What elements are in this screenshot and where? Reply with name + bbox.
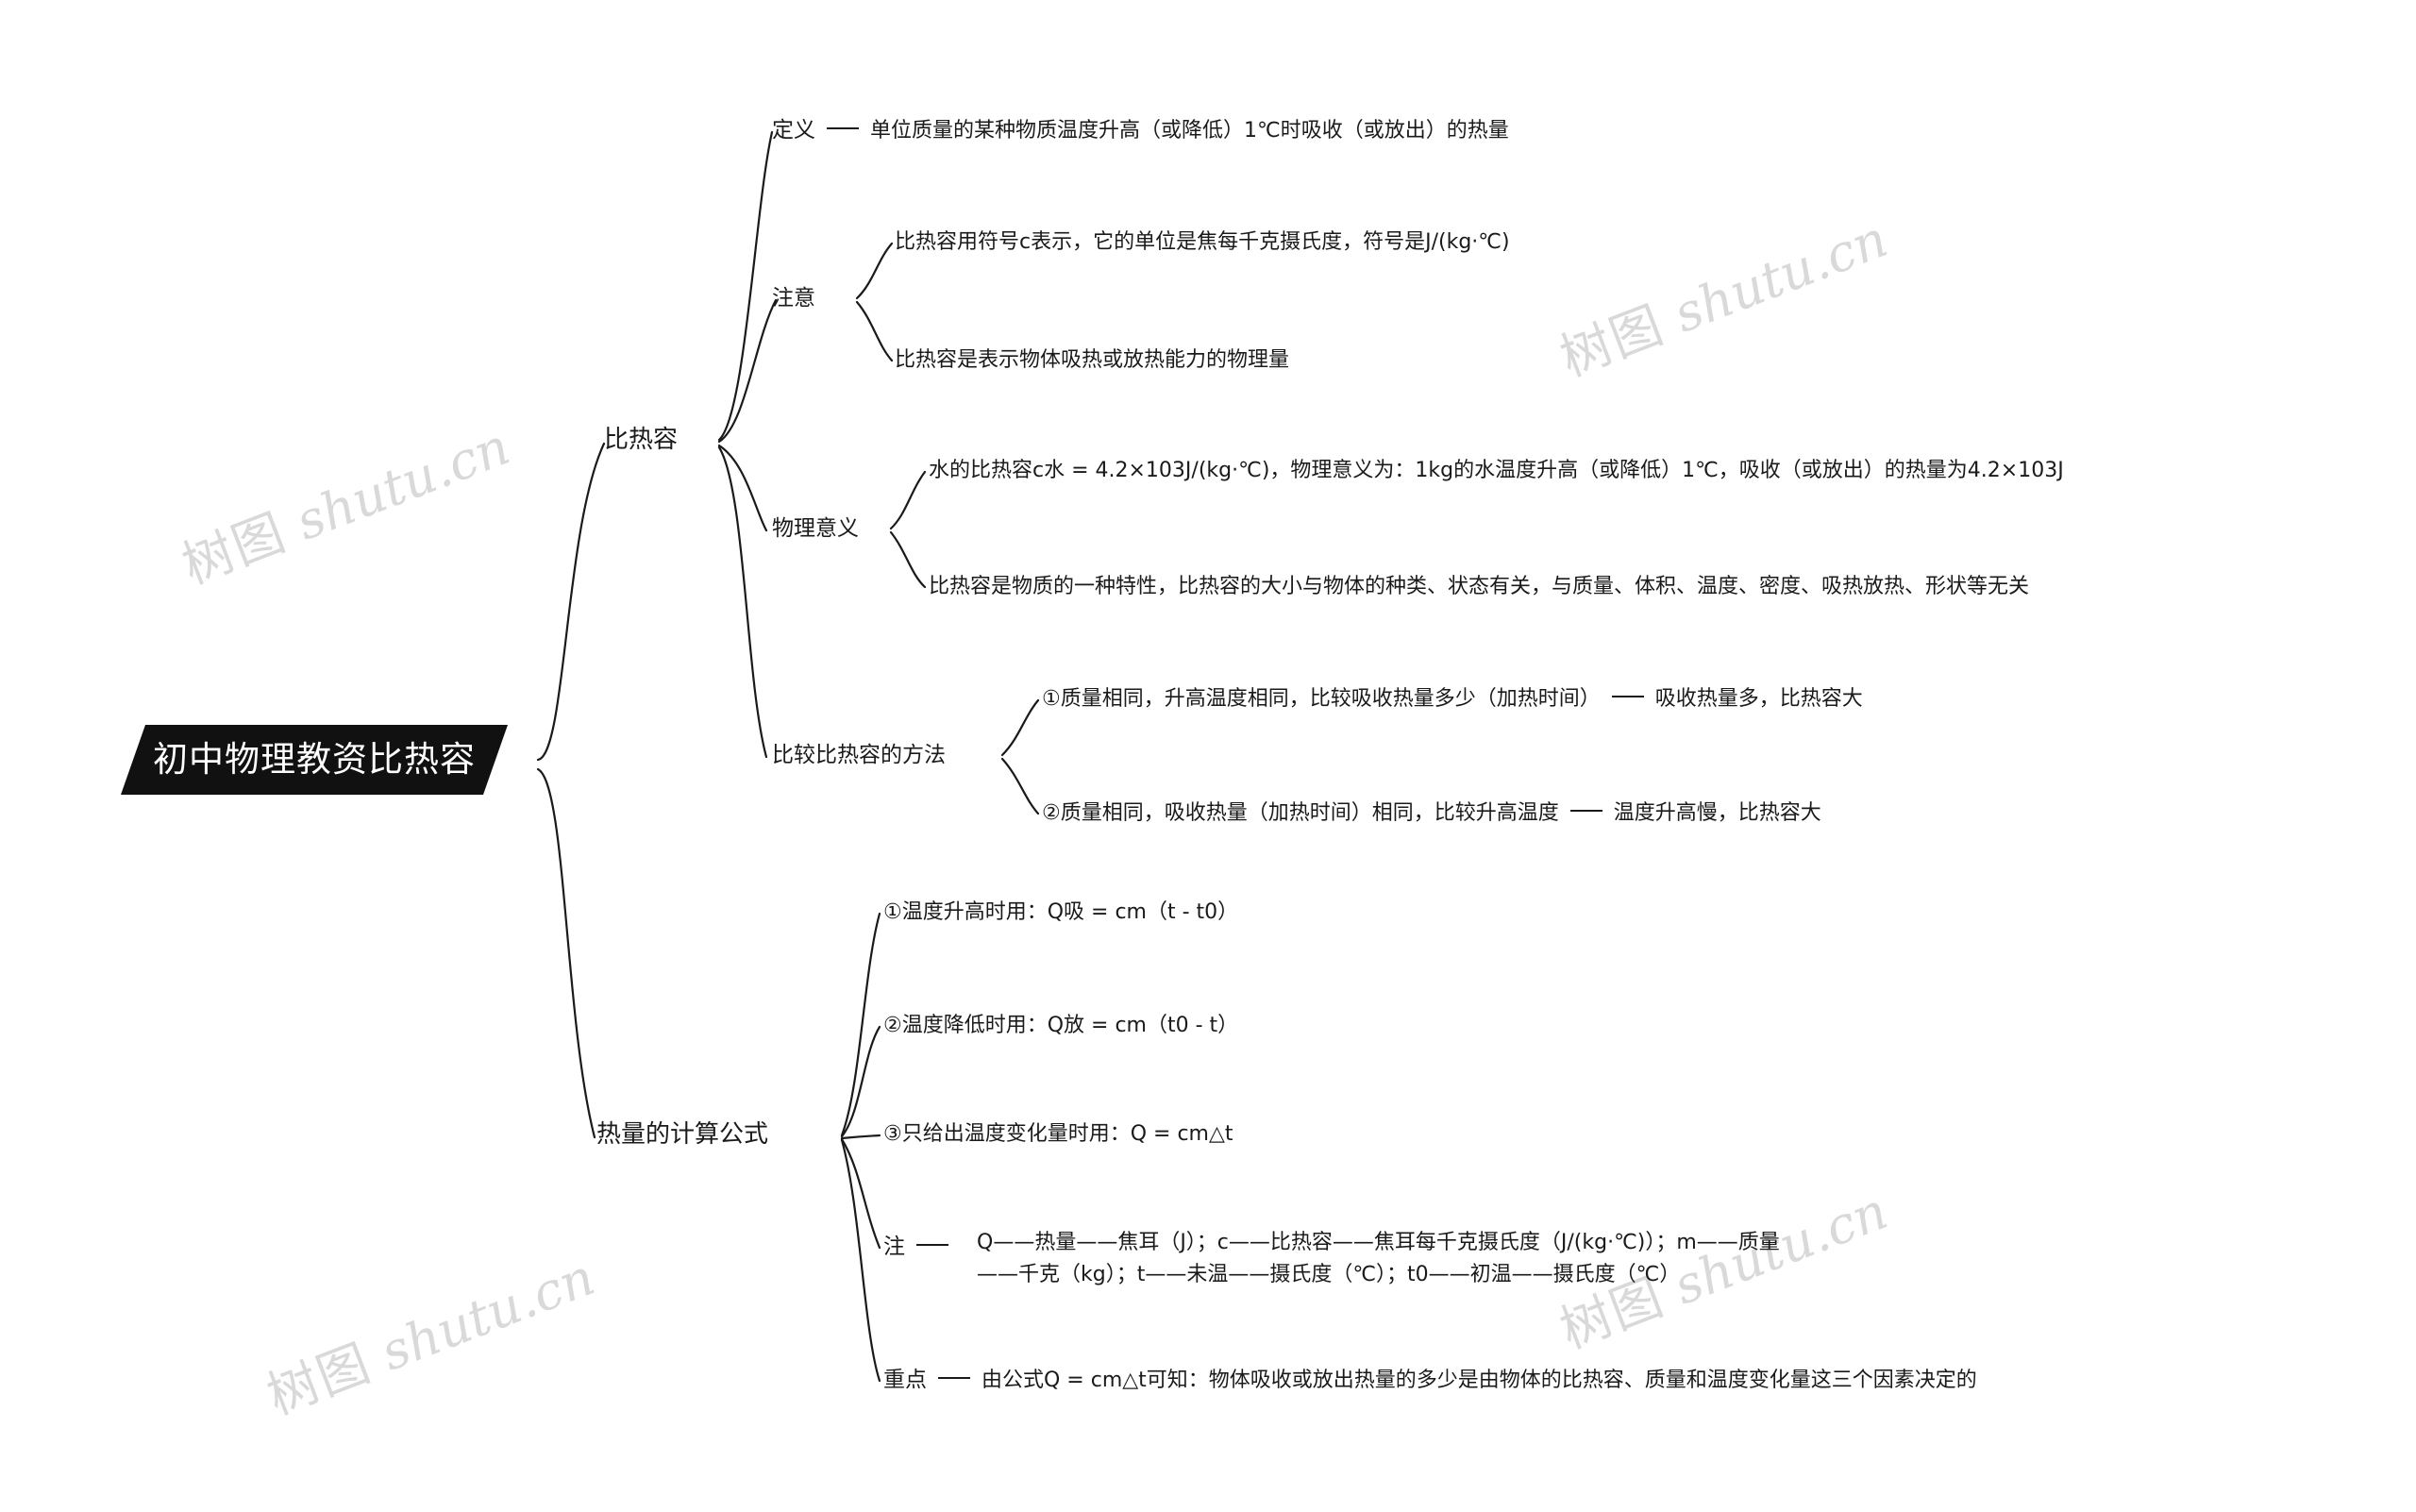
link-bireongrong-to-bijiao	[717, 445, 768, 759]
leaf-formula-temp-rise[interactable]: ①温度升高时用：Q吸 = cm（t - t0）	[883, 899, 1238, 926]
branch-label: 热量的计算公式	[596, 1120, 769, 1149]
leaf-keypoint-text: 由公式Q = cm△t可知：物体吸收或放出热量的多少是由物体的比热容、质量和温度…	[982, 1369, 1977, 1392]
subbranch-node-physical-meaning[interactable]: 物理意义	[772, 515, 859, 543]
leaf-text: 比热容是物质的一种特性，比热容的大小与物体的种类、状态有关，与质量、体积、温度、…	[929, 575, 2030, 598]
link-gongshi-to-item5	[840, 1138, 881, 1383]
link-zhuyi-to-item1	[855, 242, 894, 300]
link-gongshi-to-item1	[840, 912, 881, 1137]
leaf-physical-meaning-2[interactable]: 比热容是物质的一种特性，比热容的大小与物体的种类、状态有关，与质量、体积、温度、…	[929, 574, 2029, 600]
subbranch-label: 注	[883, 1235, 905, 1259]
subbranch-label: 重点	[883, 1368, 927, 1392]
dash-connector-icon	[1569, 810, 1602, 812]
subbranch-label: 物理意义	[772, 516, 859, 541]
dash-connector-icon	[827, 126, 859, 129]
mindmap-canvas: 树图 shutu.cn 树图 shutu.cn 树图 shutu.cn 树图 s…	[0, 0, 2416, 1512]
leaf-text: ①温度升高时用：Q吸 = cm（t - t0）	[883, 900, 1239, 924]
link-root-to-gongshi	[536, 767, 596, 1139]
subbranch-label: 定义	[772, 118, 815, 143]
branch-node-heat-formula[interactable]: 热量的计算公式	[596, 1119, 768, 1151]
link-wuliyiyi-to-item2	[889, 530, 927, 589]
leaf-comparison-method-1[interactable]: ①质量相同，升高温度相同，比较吸收热量多少（加热时间） 吸收热量多，比热容大	[1042, 686, 1863, 713]
leaf-text-right: 温度升高慢，比热容大	[1613, 801, 1821, 825]
leaf-remark-line-1: Q——热量——焦耳（J）；c——比热容——焦耳每千克摄氏度（J/(kg·℃)）；…	[977, 1231, 1780, 1254]
leaf-definition-text: 单位质量的某种物质温度升高（或降低）1℃时吸收（或放出）的热量	[870, 119, 1509, 143]
leaf-note-2[interactable]: 比热容是表示物体吸热或放热能力的物理量	[895, 347, 1289, 374]
leaf-text-left: ②质量相同，吸收热量（加热时间）相同，比较升高温度	[1042, 801, 1559, 825]
leaf-text-right: 吸收热量多，比热容大	[1654, 687, 1863, 711]
leaf-formula-temp-drop[interactable]: ②温度降低时用：Q放 = cm（t0 - t）	[883, 1013, 1238, 1039]
link-wuliyiyi-to-item1	[889, 470, 927, 530]
leaf-text: 比热容是表示物体吸热或放热能力的物理量	[895, 348, 1290, 372]
subbranch-node-definition[interactable]: 定义 单位质量的某种物质温度升高（或降低）1℃时吸收（或放出）的热量	[772, 117, 1509, 144]
root-label: 初中物理教资比热容	[153, 738, 476, 780]
leaf-formula-temp-delta[interactable]: ③只给出温度变化量时用：Q = cm△t	[883, 1121, 1233, 1148]
subbranch-node-remark[interactable]: 注	[883, 1234, 960, 1261]
dash-connector-icon	[938, 1376, 970, 1379]
root-node[interactable]: 初中物理教资比热容	[121, 725, 508, 795]
leaf-physical-meaning-1[interactable]: 水的比热容c水 = 4.2×103J/(kg·℃)，物理意义为：1kg的水温度升…	[929, 458, 2064, 484]
subbranch-node-comparison-methods[interactable]: 比较比热容的方法	[772, 742, 946, 769]
dash-connector-icon	[1611, 696, 1644, 697]
leaf-text: 比热容用符号c表示，它的单位是焦每千克摄氏度，符号是J/(kg·℃)	[895, 230, 1510, 254]
subbranch-node-notes[interactable]: 注意	[772, 285, 815, 312]
link-root-to-bireongrong	[536, 442, 606, 762]
link-bireongrong-to-wuliyiyi	[717, 444, 768, 532]
leaf-text-left: ①质量相同，升高温度相同，比较吸收热量多少（加热时间）	[1042, 687, 1601, 711]
branch-node-specific-heat[interactable]: 比热容	[604, 425, 678, 456]
subbranch-label: 比较比热容的方法	[772, 743, 946, 767]
subbranch-label: 注意	[772, 286, 815, 311]
link-gongshi-to-item3	[840, 1134, 881, 1140]
leaf-text: ②温度降低时用：Q放 = cm（t0 - t）	[883, 1014, 1239, 1037]
subbranch-node-keypoint[interactable]: 重点 由公式Q = cm△t可知：物体吸收或放出热量的多少是由物体的比热容、质量和…	[883, 1367, 1977, 1394]
leaf-remark-line-2: ——千克（kg）；t——未温——摄氏度（℃）；t0——初温——摄氏度（℃）	[977, 1263, 1681, 1287]
leaf-comparison-method-2[interactable]: ②质量相同，吸收热量（加热时间）相同，比较升高温度 温度升高慢，比热容大	[1042, 800, 1821, 827]
leaf-note-1[interactable]: 比热容用符号c表示，它的单位是焦每千克摄氏度，符号是J/(kg·℃)	[895, 229, 1510, 256]
link-gongshi-to-item4	[840, 1137, 881, 1250]
leaf-text: 水的比热容c水 = 4.2×103J/(kg·℃)，物理意义为：1kg的水温度升…	[929, 459, 2064, 482]
leaf-remark-text[interactable]: Q——热量——焦耳（J）；c——比热容——焦耳每千克摄氏度（J/(kg·℃)）；…	[977, 1227, 1780, 1291]
dash-connector-icon	[916, 1243, 948, 1246]
link-bijiao-to-item1	[1000, 698, 1040, 757]
leaf-text: ③只给出温度变化量时用：Q = cm△t	[883, 1122, 1233, 1146]
link-bijiao-to-item2	[1000, 757, 1040, 815]
link-zhuyi-to-item2	[855, 300, 894, 362]
branch-label: 比热容	[604, 426, 679, 454]
